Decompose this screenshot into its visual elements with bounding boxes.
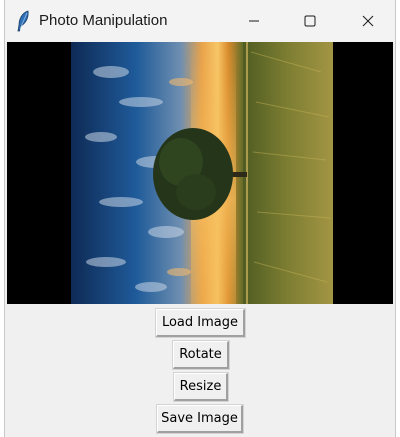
window-title: Photo Manipulation <box>39 12 168 29</box>
title-bar[interactable]: Photo Manipulation <box>5 0 395 42</box>
app-window: Photo Manipulation Load Image Rotate Res… <box>4 0 396 437</box>
resize-button[interactable]: Resize <box>173 372 229 402</box>
minimize-icon <box>249 20 259 22</box>
load-image-button[interactable]: Load Image <box>155 308 246 338</box>
maximize-icon <box>304 15 316 27</box>
save-image-button[interactable]: Save Image <box>156 404 244 434</box>
rotate-button[interactable]: Rotate <box>172 340 230 370</box>
photo-image <box>71 42 333 304</box>
minimize-button[interactable] <box>231 0 277 42</box>
close-button[interactable] <box>345 0 391 42</box>
image-canvas <box>7 42 393 304</box>
feather-icon <box>15 10 33 32</box>
close-icon <box>362 15 374 27</box>
maximize-button[interactable] <box>287 0 333 42</box>
